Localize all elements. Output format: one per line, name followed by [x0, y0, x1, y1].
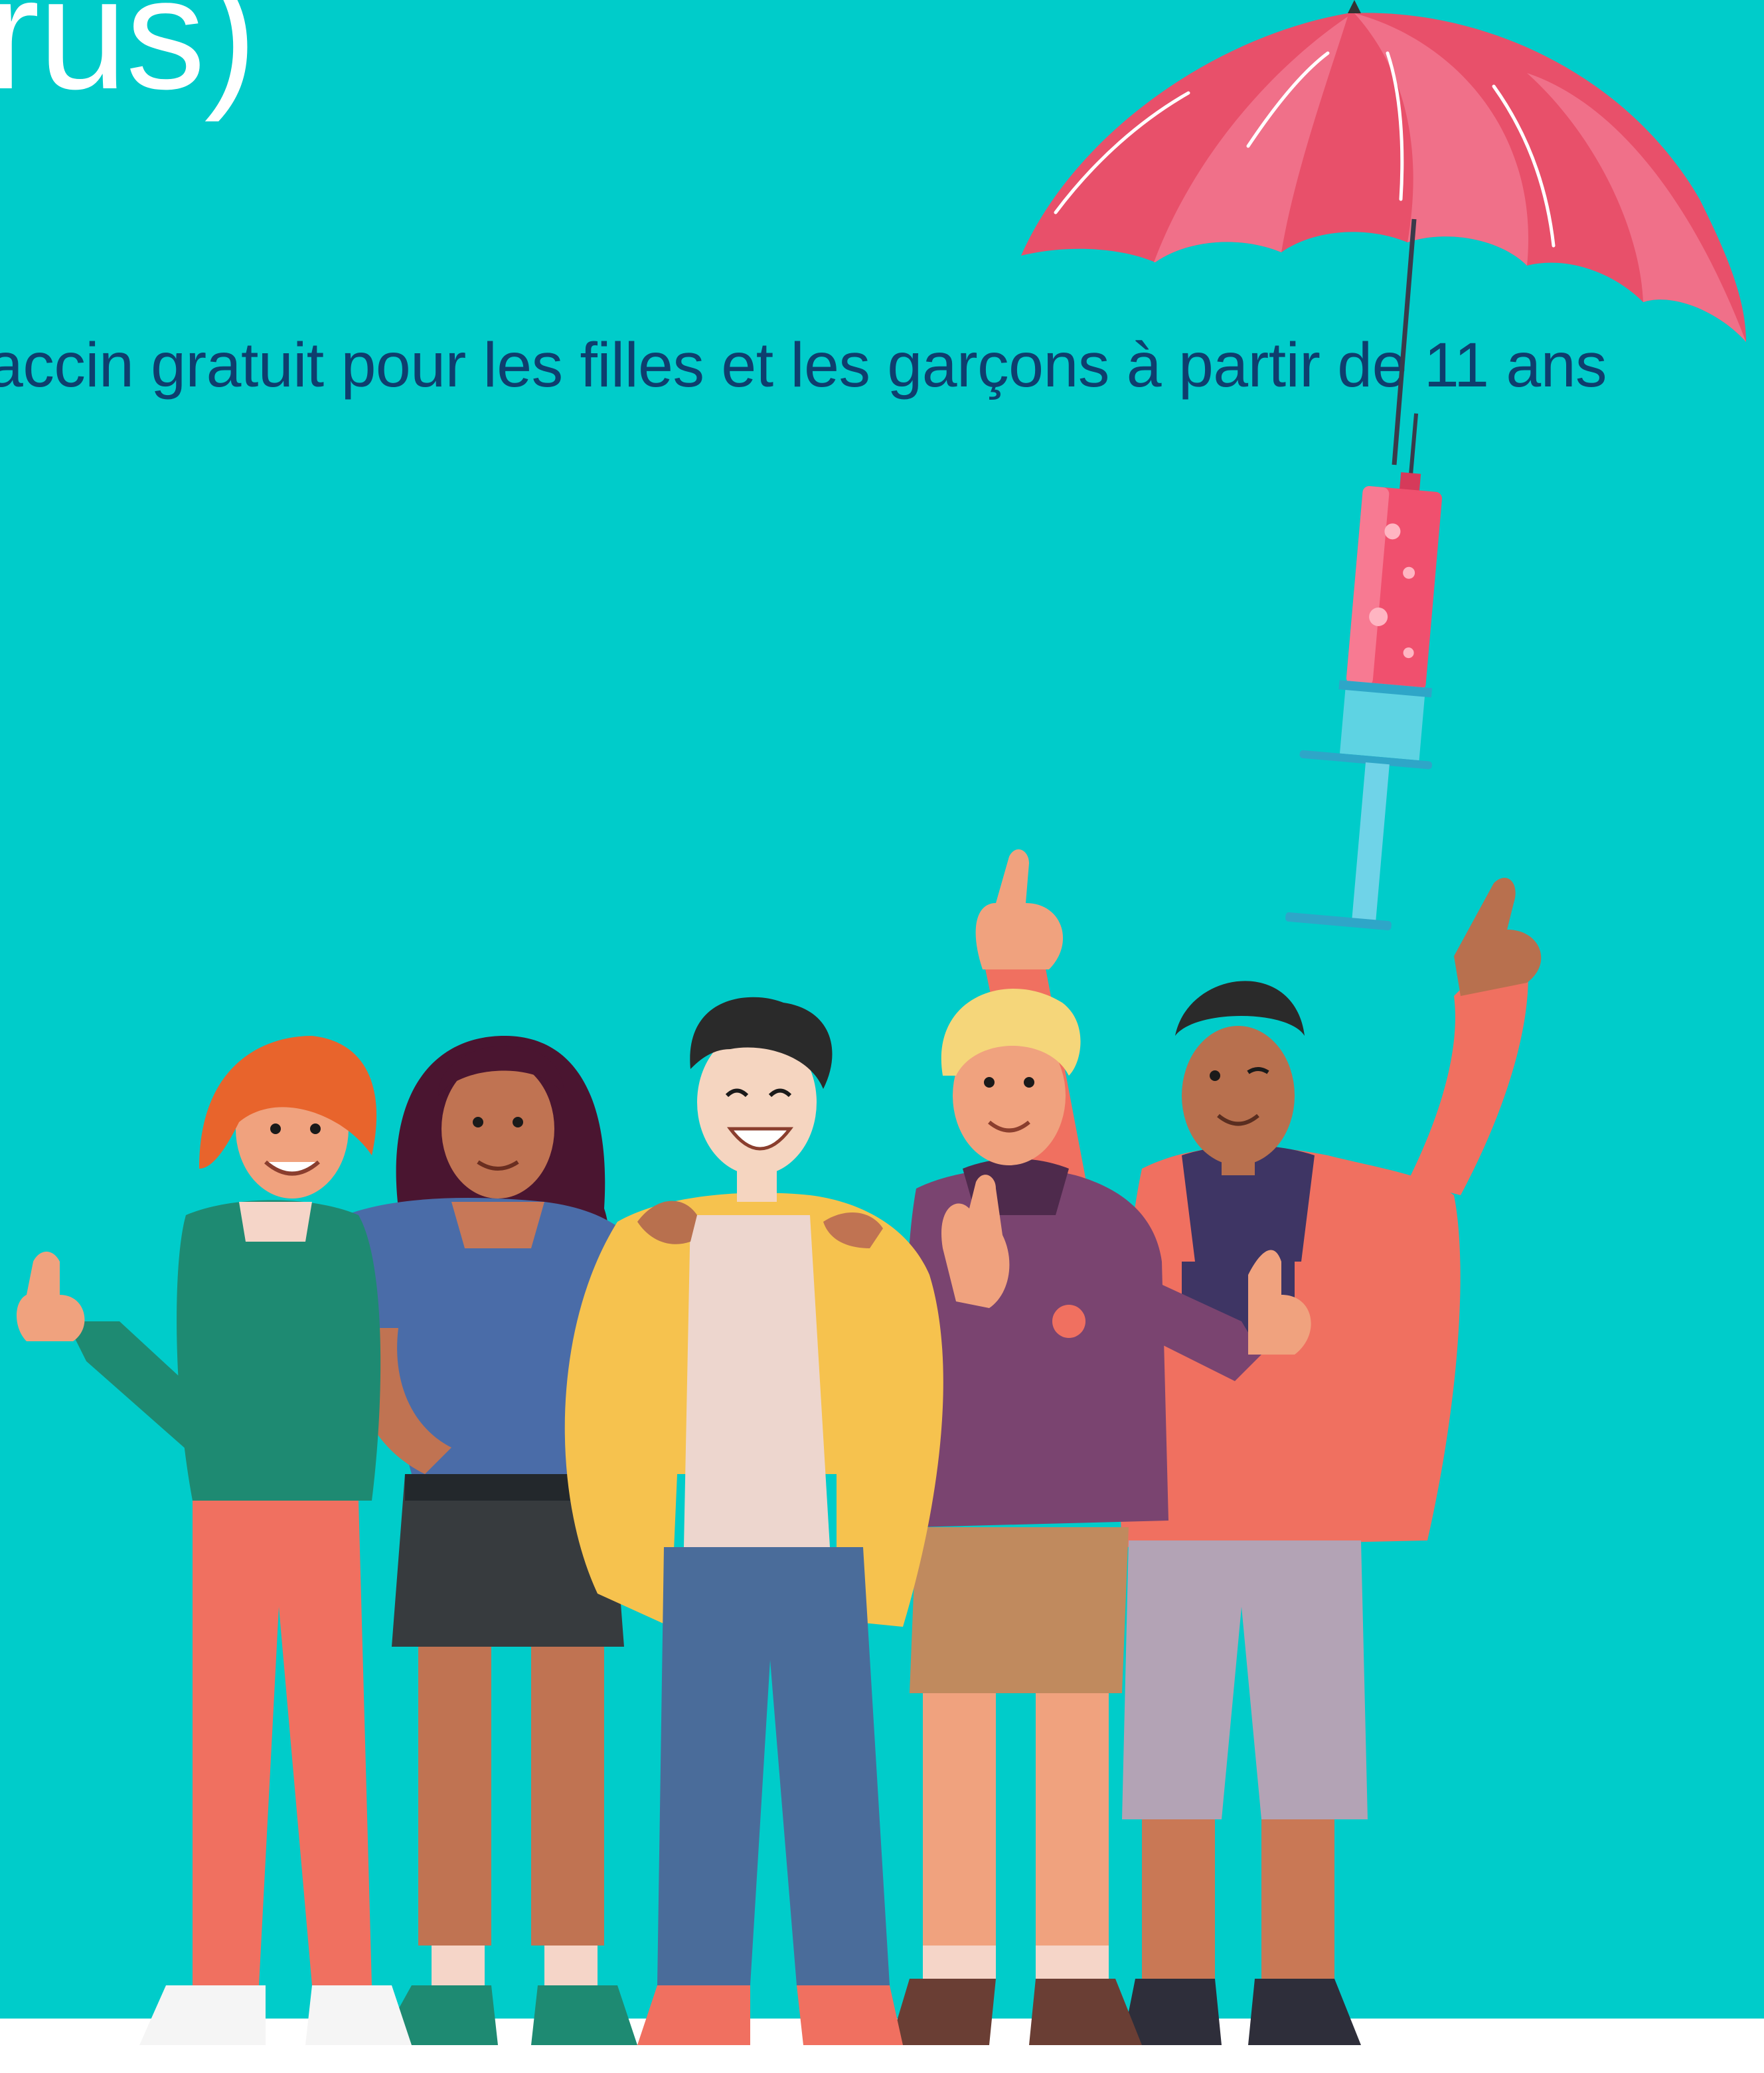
vaccine-poster: rus) accin gratuit pour les filles et le…	[0, 0, 1764, 2073]
illustration	[17, 0, 1746, 2045]
syringe-icon	[1285, 413, 1443, 930]
umbrella-icon	[1021, 0, 1746, 465]
person-red-hair-green-sweater	[17, 1036, 412, 2045]
person-yellow-jacket	[564, 997, 943, 2045]
person-pink-jacket-arm-raised	[1119, 877, 1542, 2045]
